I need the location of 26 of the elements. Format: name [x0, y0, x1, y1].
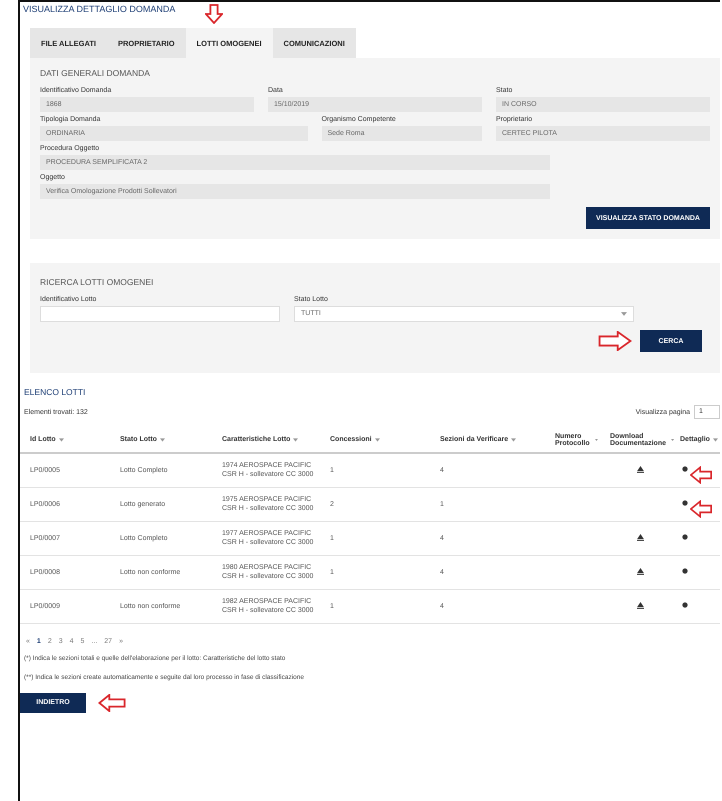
sort-icon[interactable]	[58, 438, 64, 442]
download-icon[interactable]	[636, 602, 644, 608]
view-icon[interactable]	[682, 500, 688, 506]
download-icon[interactable]	[636, 534, 644, 540]
sort-icon[interactable]	[511, 438, 516, 442]
sort-icon[interactable]	[293, 438, 298, 442]
download-icon[interactable]	[636, 466, 644, 473]
sort-icon[interactable]	[712, 438, 718, 442]
section-title: ELENCO LOTTI	[24, 387, 86, 397]
download-icon[interactable]	[636, 568, 644, 574]
arrow-icon	[598, 331, 632, 351]
arrow-icon	[205, 4, 224, 24]
view-icon[interactable]	[682, 602, 688, 608]
view-icon[interactable]	[682, 466, 688, 472]
section-title: RICERCA LOTTI OMOGENEI	[40, 277, 154, 287]
sort-icon[interactable]	[670, 438, 674, 442]
view-icon[interactable]	[682, 534, 688, 540]
view-icon[interactable]	[682, 568, 688, 574]
page-title: VISUALIZZA DETTAGLIO DOMANDA	[23, 4, 176, 14]
input-field[interactable]	[40, 306, 280, 322]
sort-icon[interactable]	[374, 438, 380, 442]
arrow-icon	[98, 694, 126, 712]
chevron-down-icon	[621, 312, 627, 316]
sort-icon[interactable]	[160, 438, 165, 442]
section-title: DATI GENERALI DOMANDA	[40, 68, 151, 78]
sort-icon[interactable]	[595, 438, 598, 442]
